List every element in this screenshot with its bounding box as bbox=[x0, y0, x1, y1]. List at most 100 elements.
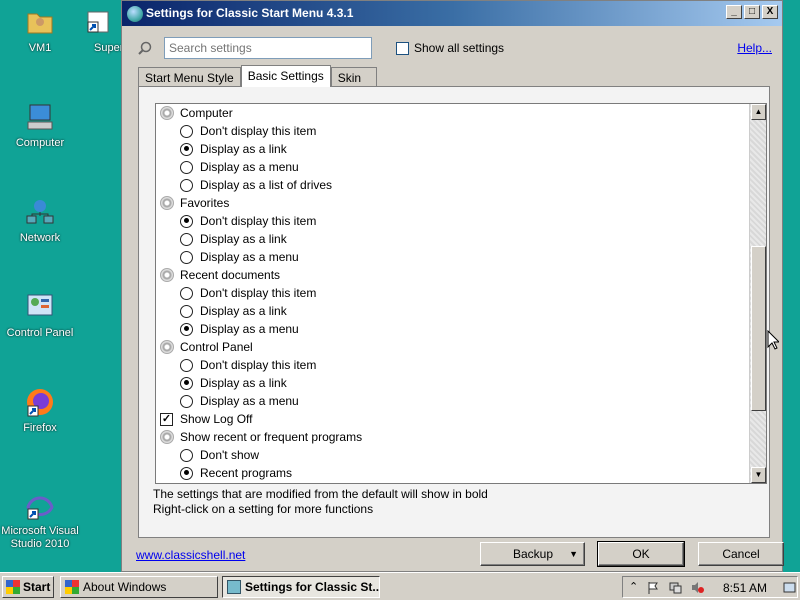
settings-tree[interactable]: Computer Don't display this item Display a… bbox=[155, 103, 767, 484]
vertical-scrollbar[interactable]: ▲ ▼ bbox=[749, 104, 766, 483]
help-link[interactable]: Help... bbox=[737, 41, 772, 55]
setting-label: Don't display this item bbox=[200, 124, 317, 138]
setting-option[interactable]: Don't display this item bbox=[156, 122, 750, 140]
desktop-icon-network[interactable]: Network bbox=[0, 196, 80, 245]
start-button[interactable]: Start bbox=[2, 576, 54, 598]
setting-option[interactable]: Display as a list of drives bbox=[156, 176, 750, 194]
setting-label: Favorites bbox=[180, 196, 230, 210]
windows-logo-icon bbox=[6, 580, 20, 594]
tab-basic-settings[interactable]: Basic Settings bbox=[240, 65, 331, 87]
setting-option[interactable]: Display as a link bbox=[156, 140, 750, 158]
settings-rows: Computer Don't display this item Display a… bbox=[156, 104, 750, 482]
gear-icon bbox=[160, 340, 174, 354]
radio-unselected[interactable] bbox=[180, 448, 193, 462]
setting-group[interactable]: Computer bbox=[156, 104, 750, 122]
desktop-icon-computer[interactable]: Computer bbox=[0, 101, 80, 150]
setting-checkbox-row[interactable]: ✓ Show Log Off bbox=[156, 410, 750, 428]
setting-option[interactable]: Display as a menu bbox=[156, 320, 750, 338]
backup-button[interactable]: Backup ▼ bbox=[480, 542, 585, 566]
clock[interactable]: 8:51 AM bbox=[723, 581, 767, 595]
cancel-button[interactable]: Cancel bbox=[698, 542, 784, 566]
action-center-flag-icon[interactable] bbox=[647, 581, 660, 594]
setting-label: Display as a link bbox=[200, 376, 287, 390]
ok-button[interactable]: OK bbox=[597, 541, 685, 567]
radio-unselected[interactable] bbox=[180, 250, 193, 264]
setting-option[interactable]: Display as a menu bbox=[156, 248, 750, 266]
tab-start-menu-style[interactable]: Start Menu Style bbox=[138, 67, 241, 87]
window-title: Settings for Classic Start Menu 4.3.1 bbox=[146, 6, 354, 20]
note-right-click: Right-click on a setting for more functi… bbox=[153, 502, 374, 516]
setting-option[interactable]: Display as a link bbox=[156, 302, 750, 320]
task-label: Settings for Classic St... bbox=[245, 580, 380, 594]
computer-icon bbox=[24, 101, 56, 133]
basic-settings-panel: Computer Don't display this item Display a… bbox=[138, 86, 770, 538]
setting-option[interactable]: Don't show bbox=[156, 446, 750, 464]
dropdown-arrow-icon: ▼ bbox=[569, 549, 578, 559]
network-icon bbox=[24, 196, 56, 228]
setting-option[interactable]: Don't display this item bbox=[156, 356, 750, 374]
radio-selected[interactable] bbox=[180, 214, 193, 228]
radio-selected[interactable] bbox=[180, 376, 193, 390]
radio-unselected[interactable] bbox=[180, 160, 193, 174]
desktop-icon-visual-studio[interactable]: Microsoft Visual Studio 2010 bbox=[0, 489, 80, 551]
system-tray: ⌃ 8:51 AM bbox=[622, 576, 798, 598]
radio-unselected[interactable] bbox=[180, 304, 193, 318]
desktop-icon-firefox[interactable]: Firefox bbox=[0, 386, 80, 435]
radio-selected[interactable] bbox=[180, 322, 193, 336]
setting-group[interactable]: Control Panel bbox=[156, 338, 750, 356]
setting-label: Display as a menu bbox=[200, 322, 299, 336]
radio-unselected[interactable] bbox=[180, 124, 193, 138]
close-button[interactable]: X bbox=[762, 5, 778, 19]
setting-group[interactable]: Show recent or frequent programs bbox=[156, 428, 750, 446]
title-bar[interactable]: Settings for Classic Start Menu 4.3.1 _ … bbox=[122, 1, 782, 26]
scroll-thumb[interactable] bbox=[751, 246, 766, 411]
setting-option[interactable]: Display as a link bbox=[156, 230, 750, 248]
setting-label: Recent documents bbox=[180, 268, 281, 282]
maximize-button[interactable]: □ bbox=[744, 5, 760, 19]
backup-label: Backup bbox=[513, 547, 554, 561]
show-all-label: Show all settings bbox=[414, 41, 505, 55]
website-link[interactable]: www.classicshell.net bbox=[136, 548, 245, 562]
desktop-icon-super[interactable]: Super bbox=[68, 6, 128, 55]
firefox-icon bbox=[24, 386, 56, 418]
control-panel-icon bbox=[24, 291, 56, 323]
setting-option[interactable]: Display as a link bbox=[156, 374, 750, 392]
setting-label: Control Panel bbox=[180, 340, 253, 354]
scroll-up-button[interactable]: ▲ bbox=[751, 104, 766, 120]
task-label: About Windows bbox=[83, 580, 167, 594]
checkbox[interactable]: ✓ bbox=[160, 412, 173, 426]
radio-unselected[interactable] bbox=[180, 286, 193, 300]
setting-option[interactable]: Display as a menu bbox=[156, 158, 750, 176]
setting-option[interactable]: Display as a menu bbox=[156, 392, 750, 410]
radio-unselected[interactable] bbox=[180, 178, 193, 192]
radio-selected[interactable] bbox=[180, 466, 193, 480]
radio-unselected[interactable] bbox=[180, 394, 193, 408]
setting-label: Display as a menu bbox=[200, 160, 299, 174]
scroll-down-button[interactable]: ▼ bbox=[751, 467, 766, 483]
show-desktop-icon[interactable] bbox=[783, 581, 796, 594]
show-all-checkbox-box[interactable] bbox=[396, 41, 409, 55]
volume-muted-icon[interactable] bbox=[691, 581, 704, 594]
show-hidden-icons-icon[interactable]: ⌃ bbox=[629, 581, 642, 594]
gear-icon bbox=[160, 106, 174, 120]
setting-option[interactable]: Don't display this item bbox=[156, 284, 750, 302]
setting-option[interactable]: Don't display this item bbox=[156, 212, 750, 230]
settings-window-icon bbox=[227, 580, 241, 594]
taskbar-settings[interactable]: Settings for Classic St... bbox=[222, 576, 380, 598]
search-icon bbox=[138, 41, 152, 55]
visual-studio-icon bbox=[24, 489, 56, 521]
radio-unselected[interactable] bbox=[180, 232, 193, 246]
taskbar-about-windows[interactable]: About Windows bbox=[60, 576, 218, 598]
show-all-settings-checkbox[interactable]: Show all settings bbox=[396, 41, 504, 55]
radio-unselected[interactable] bbox=[180, 358, 193, 372]
desktop-icon-control-panel[interactable]: Control Panel bbox=[0, 291, 80, 340]
minimize-button[interactable]: _ bbox=[726, 5, 742, 19]
setting-option[interactable]: Recent programs bbox=[156, 464, 750, 482]
network-status-icon[interactable] bbox=[669, 581, 682, 594]
setting-label: Show Log Off bbox=[180, 412, 253, 426]
radio-selected[interactable] bbox=[180, 142, 193, 156]
setting-group[interactable]: Favorites bbox=[156, 194, 750, 212]
search-input[interactable] bbox=[164, 37, 372, 59]
setting-group[interactable]: Recent documents bbox=[156, 266, 750, 284]
tab-skin[interactable]: Skin bbox=[330, 67, 377, 87]
